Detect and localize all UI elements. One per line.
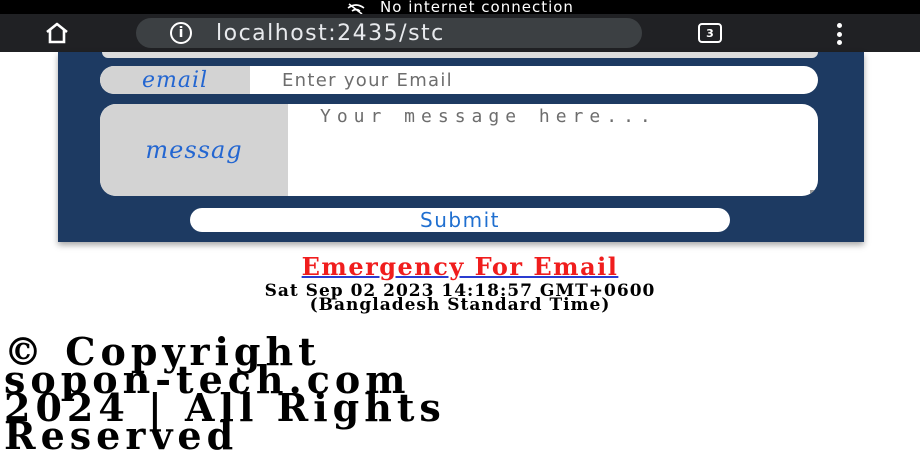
message-label: messag — [100, 104, 288, 196]
submit-button[interactable]: Submit — [190, 208, 730, 232]
url-text[interactable]: localhost:2435/stc — [216, 21, 445, 46]
status-bar: No internet connection — [0, 0, 920, 16]
tabs-button[interactable]: 3 — [698, 23, 722, 43]
email-label: email — [100, 66, 250, 94]
current-datetime: Sat Sep 02 2023 14:18:57 GMT+0600 (Bangl… — [0, 283, 920, 315]
datetime-line-2: (Bangladesh Standard Time) — [309, 295, 611, 315]
home-icon[interactable] — [44, 21, 70, 45]
copyright-footer: © Copyright sopon-tech.com 2024 | All Ri… — [4, 333, 914, 458]
contact-form: email Enter your Email messag Your messa… — [58, 52, 864, 242]
email-input[interactable]: Enter your Email — [250, 66, 818, 94]
copyright-line-4: Reserved — [4, 413, 239, 458]
message-field[interactable]: messag Your message here... — [100, 104, 818, 196]
name-field-edge[interactable] — [102, 52, 818, 58]
no-internet-icon — [346, 1, 366, 15]
address-bar[interactable]: i localhost:2435/stc — [136, 18, 642, 48]
emergency-section: Emergency For Email — [0, 252, 920, 281]
info-icon[interactable]: i — [170, 22, 192, 44]
email-field[interactable]: email Enter your Email — [100, 66, 818, 94]
browser-toolbar: i localhost:2435/stc 3 — [0, 14, 920, 52]
emergency-email-link[interactable]: Emergency For Email — [302, 252, 619, 281]
menu-icon[interactable] — [834, 23, 844, 45]
message-textarea[interactable]: Your message here... — [288, 104, 818, 196]
resize-handle[interactable] — [810, 190, 814, 194]
